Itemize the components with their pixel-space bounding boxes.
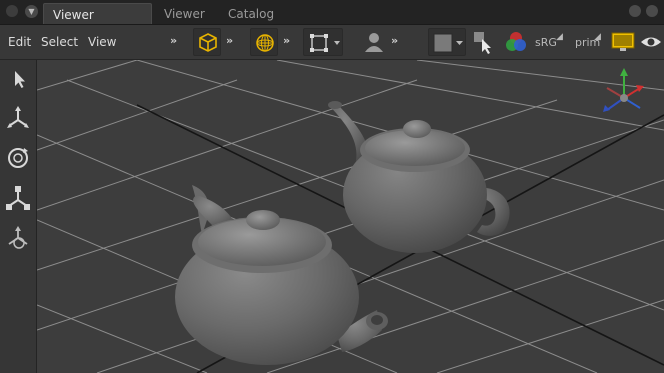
rotate-tool-icon — [8, 148, 28, 168]
overflow-chevron-icon[interactable]: » — [283, 34, 290, 47]
visibility-button[interactable] — [638, 28, 664, 56]
camera-user-button[interactable] — [360, 28, 388, 56]
3d-viewport[interactable] — [37, 60, 664, 373]
tab-viewer[interactable]: Viewer — [155, 3, 214, 24]
shading-mode-button[interactable] — [250, 28, 278, 56]
menu-edit[interactable]: Edit — [8, 35, 31, 49]
viewer-toolbar: Edit Select View » » » » sRG ◢ prim ◢ — [0, 25, 664, 60]
overflow-chevron-icon[interactable]: » — [170, 34, 177, 47]
tab-viewer-hydra[interactable]: Viewer (Hydra) — [43, 3, 152, 44]
scale-tool-button[interactable] — [4, 184, 32, 212]
background-square-icon — [433, 33, 463, 53]
color-space-dropdown[interactable]: sRG — [535, 36, 557, 49]
display-options-button[interactable] — [610, 28, 638, 56]
maximize-pane-icon[interactable] — [629, 5, 641, 17]
tab-bar: ▼ Viewer (Hydra) Viewer Catalog — [0, 0, 664, 44]
pane-grip-icon[interactable] — [6, 5, 18, 17]
bounding-box-icon — [310, 34, 340, 52]
tab-catalog[interactable]: Catalog — [219, 3, 283, 24]
wireframe-sphere-icon — [256, 34, 274, 52]
select-arrow-icon — [15, 71, 25, 88]
background-mode-button[interactable] — [428, 28, 466, 56]
menu-view[interactable]: View — [88, 35, 116, 49]
geometry-display-button[interactable] — [193, 28, 221, 56]
teapot-back — [328, 101, 510, 253]
axis-gizmo-icon — [603, 68, 644, 112]
eye-icon — [641, 37, 661, 47]
menu-select[interactable]: Select — [41, 35, 78, 49]
transform-pivot-icon — [8, 226, 28, 249]
select-tool-button[interactable] — [4, 65, 32, 93]
close-pane-icon[interactable] — [646, 5, 658, 17]
tool-sidebar — [0, 60, 37, 373]
person-icon — [365, 33, 383, 52]
cube-icon — [199, 33, 217, 52]
viewport-scene — [37, 60, 664, 373]
select-visible-button[interactable] — [470, 28, 498, 56]
move-tool-button[interactable] — [4, 104, 32, 132]
overflow-chevron-icon[interactable]: » — [391, 34, 398, 47]
overflow-chevron-icon[interactable]: » — [226, 34, 233, 47]
cursor-select-icon — [474, 32, 491, 54]
monitor-icon — [611, 32, 635, 51]
pane-menu-icon[interactable]: ▼ — [25, 5, 38, 18]
scale-tool-icon — [6, 186, 30, 210]
color-channels-button[interactable] — [502, 28, 530, 56]
move-tool-icon — [7, 106, 29, 128]
dropdown-arrow-icon: ◢ — [594, 32, 601, 42]
rotate-tool-button[interactable] — [4, 144, 32, 172]
selection-mode-button[interactable] — [303, 28, 343, 56]
rgb-circles-icon — [506, 32, 526, 51]
transform-pivot-button[interactable] — [4, 224, 32, 252]
dropdown-arrow-icon: ◢ — [556, 32, 563, 42]
